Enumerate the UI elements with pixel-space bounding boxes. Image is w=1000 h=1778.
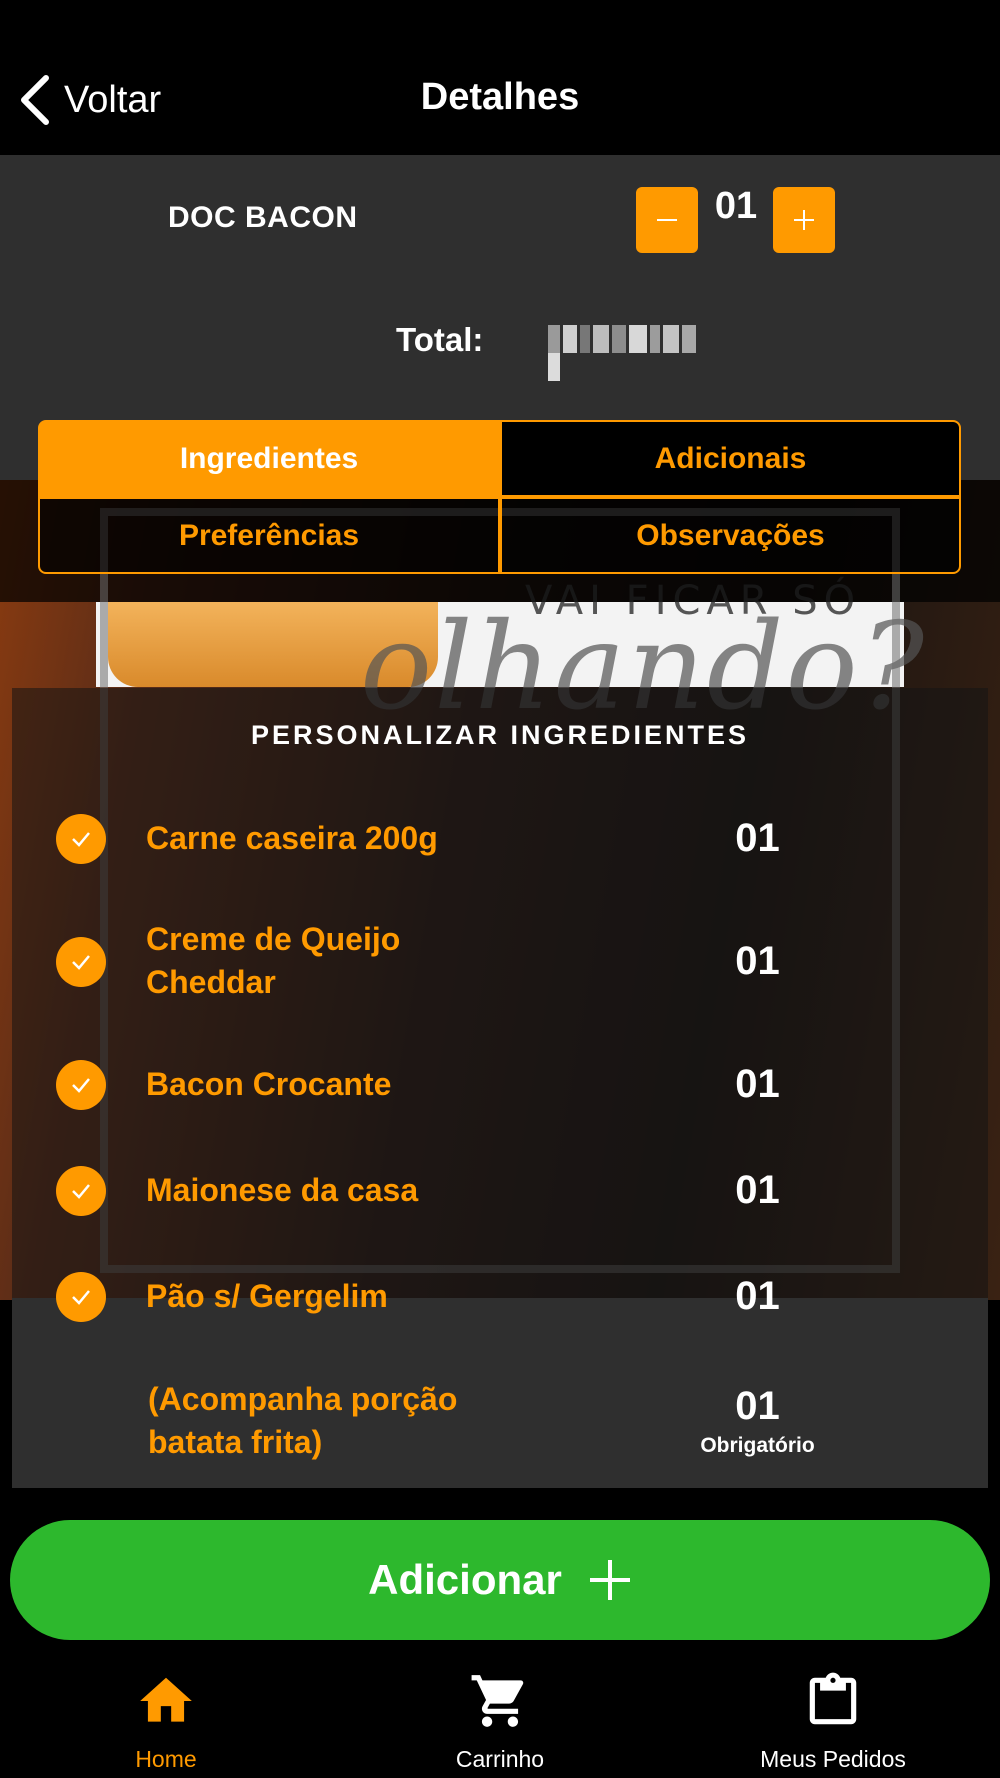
clipboard-icon: [809, 1672, 857, 1725]
ingredient-quantity: 01: [735, 1168, 780, 1212]
plus-icon: [794, 210, 814, 230]
nav-home-label: Home: [135, 1746, 197, 1772]
total-value-redacted: [548, 325, 708, 381]
home-icon: [140, 1677, 192, 1722]
increase-quantity-button[interactable]: [773, 187, 835, 253]
minus-icon: [657, 219, 677, 221]
ingredient-checkbox[interactable]: [56, 814, 106, 864]
bottom-navigation: Home Carrinho Meus Pedidos: [0, 1660, 1000, 1778]
top-bar: Voltar Detalhes: [0, 0, 1000, 155]
ingredients-title: PERSONALIZAR INGREDIENTES: [250, 720, 750, 750]
cart-icon: [471, 1675, 524, 1727]
check-icon: [72, 1184, 90, 1199]
product-name: DOC BACON: [168, 201, 358, 234]
check-icon: [72, 832, 90, 847]
quantity-value: 01: [714, 185, 758, 227]
check-icon: [72, 1290, 90, 1305]
check-icon: [72, 1078, 90, 1093]
ingredient-name: (Acompanha porção batata frita): [148, 1381, 458, 1460]
ingredient-quantity: 01: [735, 939, 780, 983]
ingredient-quantity: 01: [735, 1274, 780, 1318]
ingredient-name: Maionese da casa: [146, 1172, 419, 1208]
tab-ingredientes[interactable]: Ingredientes: [38, 420, 500, 497]
ingredient-checkbox[interactable]: [56, 1272, 106, 1322]
check-icon: [72, 955, 90, 970]
nav-orders-label: Meus Pedidos: [760, 1746, 906, 1772]
add-button-label: Adicionar: [368, 1556, 562, 1603]
tab-adicionais[interactable]: Adicionais: [500, 420, 961, 497]
nav-cart-label: Carrinho: [455, 1746, 545, 1772]
page-title: Detalhes: [420, 76, 580, 118]
nav-home[interactable]: Home: [46, 1670, 286, 1773]
nav-orders[interactable]: Meus Pedidos: [713, 1670, 953, 1773]
ingredient-name: Bacon Crocante: [146, 1066, 392, 1102]
ingredient-quantity: 01: [735, 816, 780, 860]
ingredient-name: Carne caseira 200g: [146, 820, 438, 856]
add-to-cart-button[interactable]: Adicionar: [10, 1520, 990, 1640]
plus-icon: [589, 1560, 630, 1600]
tab-preferencias[interactable]: Preferências: [38, 497, 500, 574]
required-label: Obrigatório: [700, 1434, 815, 1457]
ingredient-checkbox[interactable]: [56, 937, 106, 987]
total-label: Total:: [396, 321, 484, 358]
tab-observacoes[interactable]: Observações: [500, 497, 961, 574]
ingredient-checkbox[interactable]: [56, 1166, 106, 1216]
decrease-quantity-button[interactable]: [636, 187, 698, 253]
nav-cart[interactable]: Carrinho: [380, 1670, 620, 1773]
ingredient-quantity: 01: [735, 1384, 780, 1428]
ingredient-name: Pão s/ Gergelim: [146, 1278, 388, 1314]
ingredient-name: Creme de Queijo Cheddar: [146, 921, 401, 1000]
ingredient-checkbox[interactable]: [56, 1060, 106, 1110]
ingredient-quantity: 01: [735, 1062, 780, 1106]
